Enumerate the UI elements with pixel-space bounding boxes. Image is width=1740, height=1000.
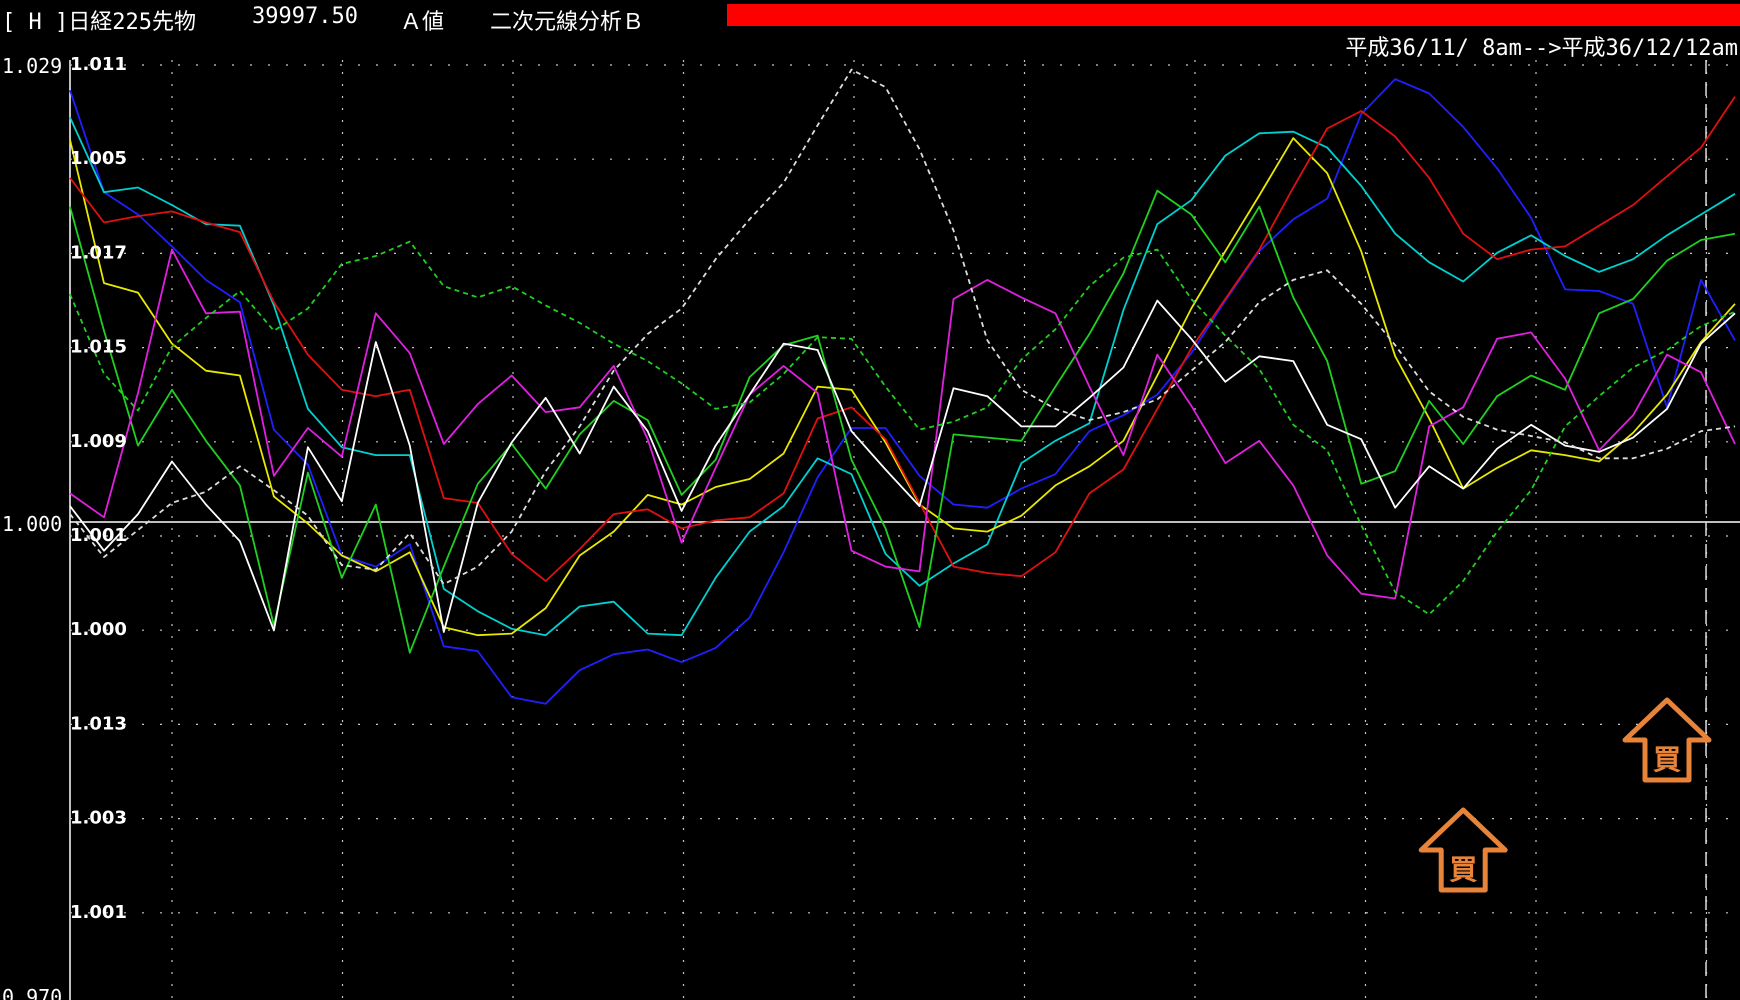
series-line-8 [69, 240, 1736, 616]
buy-marker-label: 買 [1653, 743, 1681, 776]
y-axis-label-bottom: 0.970 [2, 985, 62, 1000]
series-line-1 [69, 78, 1736, 705]
row-label: 1.017 [70, 242, 127, 263]
row-label: 1.005 [70, 148, 127, 169]
row-label: 1.015 [70, 337, 127, 358]
status-bar [727, 4, 1740, 26]
current-price: 39997.50 [252, 4, 358, 29]
row-label: 1.009 [70, 431, 127, 452]
series-line-2 [69, 117, 1736, 637]
chart-markers: 買買 [1418, 697, 1712, 893]
series-line-6 [69, 248, 1736, 600]
instrument-code: [ H ]日経225先物 [2, 10, 196, 35]
y-axis-label-middle: 1.000 [2, 512, 62, 536]
series-line-3 [69, 137, 1736, 637]
row-label: 1.001 [70, 525, 127, 546]
buy-marker: 買 [1418, 807, 1508, 893]
buy-marker: 買 [1622, 697, 1712, 783]
series-line-7 [69, 299, 1736, 633]
value-type: Ａ値 [400, 10, 445, 35]
row-label: 1.013 [70, 713, 127, 734]
chart-series-layer [69, 68, 1736, 705]
chart-header: [ H ]日経225先物 39997.50 Ａ値 二次元線分析Ｂ 平成36/11… [0, 0, 1740, 61]
buy-marker-label: 買 [1449, 853, 1477, 886]
chart-area: 1.0291.0000.9701.0111.0051.0171.0151.009… [2, 54, 1740, 1000]
analysis-name: 二次元線分析Ｂ [490, 10, 645, 35]
row-label: 1.001 [70, 902, 127, 923]
row-label: 1.000 [70, 619, 127, 640]
row-label: 1.003 [70, 808, 127, 829]
date-range: 平成36/11/ 8am-->平成36/12/12am [1345, 36, 1738, 61]
chart-grid [69, 60, 1740, 1000]
